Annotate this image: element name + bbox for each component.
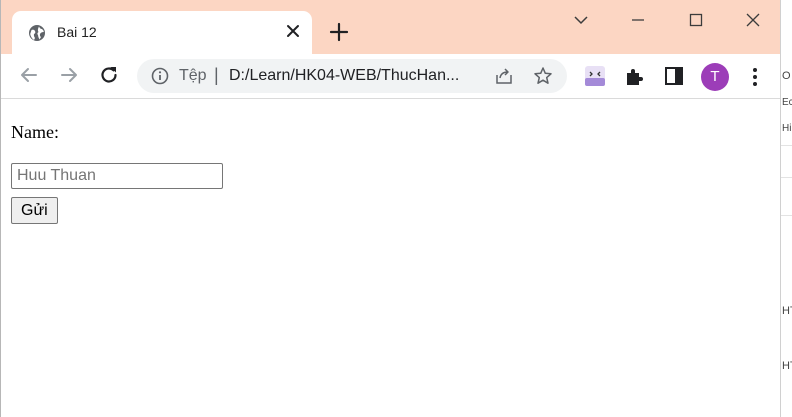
divider	[781, 177, 792, 178]
back-arrow-icon[interactable]	[18, 64, 40, 86]
browser-window: Bai 12 Tệp | D:/Learn/HK04-WEB/ThucHan..…	[0, 0, 780, 417]
address-bar[interactable]: Tệp | D:/Learn/HK04-WEB/ThucHan...	[137, 59, 567, 93]
page-content: Name: Gửi	[1, 100, 780, 417]
tab-title: Bai 12	[57, 24, 97, 40]
plus-icon[interactable]	[327, 20, 351, 44]
bg-fragment: Ec	[782, 97, 792, 108]
submit-button[interactable]: Gửi	[11, 197, 58, 224]
maximize-icon[interactable]	[684, 8, 708, 32]
bg-fragment: HT	[782, 360, 792, 372]
close-icon[interactable]	[283, 21, 303, 41]
star-icon[interactable]	[533, 66, 553, 86]
info-icon[interactable]	[151, 67, 169, 85]
name-label: Name:	[11, 122, 59, 142]
minimize-icon[interactable]	[626, 8, 650, 32]
forward-arrow-icon[interactable]	[58, 64, 80, 86]
share-icon[interactable]	[494, 66, 514, 86]
side-panel-icon[interactable]	[663, 65, 685, 87]
divider	[781, 215, 792, 216]
title-bar: Bai 12	[1, 0, 780, 54]
divider	[781, 145, 792, 146]
close-window-icon[interactable]	[741, 8, 765, 32]
extension-icon[interactable]	[584, 65, 606, 87]
scheme-label: Tệp	[179, 67, 207, 84]
bg-fragment: O	[782, 70, 791, 82]
name-input[interactable]	[11, 163, 223, 189]
browser-toolbar: Tệp | D:/Learn/HK04-WEB/ThucHan... T	[1, 54, 780, 99]
scheme-separator: |	[214, 65, 219, 85]
bg-fragment: HT	[782, 305, 792, 317]
puzzle-icon[interactable]	[623, 65, 645, 87]
url-text[interactable]: D:/Learn/HK04-WEB/ThucHan...	[229, 67, 459, 85]
globe-icon	[29, 25, 45, 41]
chevron-down-icon[interactable]	[569, 8, 593, 32]
profile-avatar[interactable]: T	[701, 63, 729, 91]
bg-fragment: Hi	[782, 123, 792, 134]
more-menu-icon[interactable]	[746, 65, 764, 89]
reload-icon[interactable]	[98, 64, 120, 86]
background-window: O Ec Hi HT HT	[780, 0, 792, 417]
tab-bai-12[interactable]: Bai 12	[12, 11, 312, 54]
